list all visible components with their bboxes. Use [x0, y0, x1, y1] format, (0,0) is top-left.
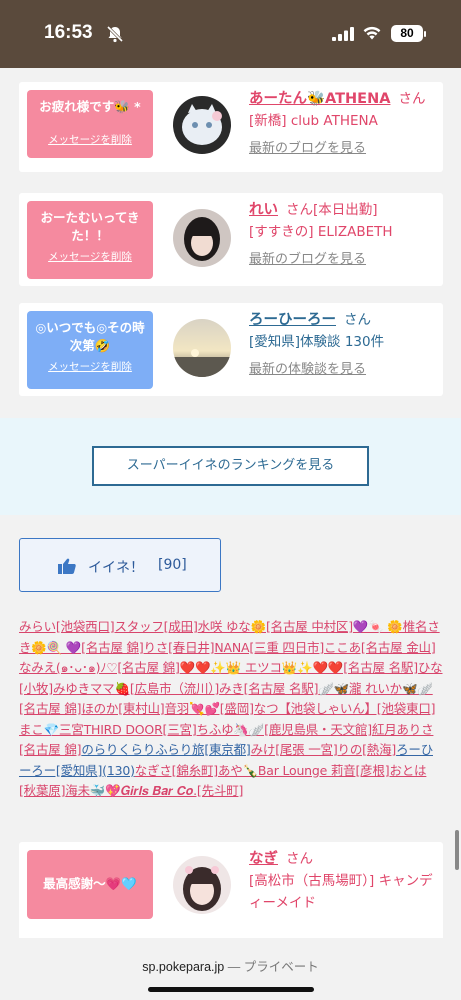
- cast-name-link[interactable]: なぎ: [249, 851, 278, 867]
- liker-link[interactable]: みゆきママ🍓[広島市（流川）]: [53, 681, 219, 696]
- honorific: さん: [286, 202, 313, 218]
- liker-link[interactable]: 海未🐳💖𝑮𝒊𝒓𝒍𝒔 𝑩𝒂𝒓 𝑪𝒐.[先斗町]: [65, 783, 243, 798]
- signal-icon: [332, 27, 354, 41]
- latest-blog-link[interactable]: 最新のブログを見る: [249, 249, 439, 271]
- message-text: お疲れ様です🐝 *: [39, 99, 141, 114]
- liker-link[interactable]: なぎさ[錦糸町]: [135, 763, 218, 778]
- avatar[interactable]: [173, 856, 231, 914]
- url-separator: —: [224, 960, 244, 974]
- liker-link[interactable]: なつ【池袋しゃいん】[池袋東口]: [254, 701, 436, 716]
- attendance-status: [本日出勤]: [313, 202, 378, 218]
- browser-bar: sp.pokepara.jp — プライベート: [0, 938, 461, 1000]
- bell-slash-icon: [106, 25, 124, 43]
- shop-name: [高松市（古馬場町）] キャンディーメイド: [249, 873, 433, 911]
- message-card: ◎いつでも◎その時次第🤣 メッセージを削除 ろーひーろー さん [愛知県]体験談 …: [19, 303, 443, 396]
- card-info: なぎ さん [高松市（古馬場町）] キャンディーメイド: [249, 848, 439, 914]
- liker-link[interactable]: 音羽💘💕[盛岡]: [164, 701, 253, 716]
- delete-message-link[interactable]: メッセージを削除: [27, 132, 153, 147]
- liker-link[interactable]: りの[熱海]: [338, 742, 397, 757]
- like-button[interactable]: イイネ！ [90]: [19, 538, 221, 592]
- battery-tip: [424, 31, 426, 37]
- like-count: [90]: [158, 557, 187, 573]
- honorific: さん: [286, 851, 313, 867]
- message-bubble: おーたむいってきた！！ メッセージを削除: [27, 201, 153, 279]
- message-text: 最高感謝〜💗🩵: [43, 876, 137, 891]
- shop-name: [新橋] club ATHENA: [249, 113, 378, 129]
- liker-link[interactable]: りさ[春日井]: [144, 640, 215, 655]
- delete-message-link[interactable]: メッセージを削除: [27, 359, 153, 374]
- scrollbar[interactable]: [455, 830, 459, 870]
- liker-link[interactable]: ちふゆ🦄🪽[鹿児島県・天文館]: [197, 722, 373, 737]
- message-card: 最高感謝〜💗🩵 なぎ さん [高松市（古馬場町）] キャンディーメイド: [19, 842, 443, 952]
- avatar[interactable]: [173, 209, 231, 267]
- liker-link[interactable]: みけ[尾張 一宮]: [251, 742, 338, 757]
- liker-link[interactable]: ここあ[名古屋 金山]: [324, 640, 436, 655]
- cast-name-link[interactable]: あーたん🐝ATHENA: [249, 91, 390, 107]
- liker-link[interactable]: みらい[池袋西口]: [19, 619, 115, 634]
- message-card: お疲れ様です🐝 * メッセージを削除 あーたん🐝ATHENA さん [新橋] cl…: [19, 82, 443, 172]
- liker-link[interactable]: 水咲 ゆな🌼[名古屋 中村区]: [198, 619, 353, 634]
- liker-link[interactable]: あや🍾Bar Lounge 莉音[彦根]: [218, 763, 390, 778]
- private-mode-label: プライベート: [243, 960, 319, 974]
- avatar[interactable]: [173, 96, 231, 154]
- liker-link[interactable]: ❤️❤️✨👑 エツコ👑✨❤️❤️[名古屋 名駅]: [180, 660, 418, 675]
- card-info: れい さん[本日出勤] [すすきの] ELIZABETH 最新のブログを見る: [249, 199, 439, 271]
- liker-link[interactable]: なみえ(๑･ᴗ･๑)ﾉ♡[名古屋 錦]: [19, 660, 180, 675]
- likers-list: みらい[池袋西口]スタッフ[成田]水咲 ゆな🌼[名古屋 中村区]💜🍬 🌼椎名さき…: [19, 617, 443, 802]
- like-label: イイネ！: [88, 560, 144, 576]
- ranking-section: スーパーイイネのランキングを見る: [0, 418, 461, 515]
- liker-link[interactable]: まこ💎三宮THIRD DOOR[三宮]: [19, 722, 197, 737]
- message-text: ◎いつでも◎その時次第🤣: [35, 320, 145, 353]
- battery-icon: 80: [391, 25, 423, 42]
- url-bar[interactable]: sp.pokepara.jp — プライベート: [0, 956, 461, 975]
- domain-text: sp.pokepara.jp: [142, 960, 225, 974]
- reviewer-name-link[interactable]: ろーひーろー: [249, 312, 336, 328]
- latest-blog-link[interactable]: 最新のブログを見る: [249, 138, 439, 160]
- wifi-icon: [363, 26, 381, 40]
- super-like-ranking-button[interactable]: スーパーイイネのランキングを見る: [92, 446, 369, 486]
- liker-link[interactable]: NANA[三重 四日市]: [214, 640, 324, 655]
- thumbs-up-icon: [58, 558, 76, 574]
- home-indicator[interactable]: [148, 987, 314, 992]
- latest-review-link[interactable]: 最新の体験談を見る: [249, 359, 439, 381]
- avatar[interactable]: [173, 319, 231, 377]
- message-card: おーたむいってきた！！ メッセージを削除 れい さん[本日出勤] [すすきの] E…: [19, 193, 443, 286]
- review-summary: [愛知県]体験談 130件: [249, 334, 385, 350]
- liker-link[interactable]: スタッフ[成田]: [114, 619, 197, 634]
- message-bubble: 最高感謝〜💗🩵: [27, 850, 153, 919]
- cast-name-link[interactable]: れい: [249, 202, 278, 218]
- message-text: おーたむいってきた！！: [40, 210, 140, 243]
- liker-link[interactable]: のらりくらりふらり旅[東京都]: [81, 742, 250, 757]
- message-bubble: ◎いつでも◎その時次第🤣 メッセージを削除: [27, 311, 153, 389]
- liker-link[interactable]: みき[名古屋 名駅]: [219, 681, 318, 696]
- honorific: さん: [398, 91, 426, 107]
- card-info: あーたん🐝ATHENA さん [新橋] club ATHENA 最新のブログを見る: [249, 88, 439, 160]
- honorific: さん: [344, 312, 371, 328]
- status-time: 16:53: [44, 22, 93, 43]
- card-info: ろーひーろー さん [愛知県]体験談 130件 最新の体験談を見る: [249, 309, 439, 381]
- message-bubble: お疲れ様です🐝 * メッセージを削除: [27, 90, 153, 158]
- liker-link[interactable]: ほのか[東村山]: [81, 701, 164, 716]
- delete-message-link[interactable]: メッセージを削除: [27, 249, 153, 264]
- shop-name: [すすきの] ELIZABETH: [249, 224, 393, 240]
- status-bar: 16:53 80: [0, 0, 461, 68]
